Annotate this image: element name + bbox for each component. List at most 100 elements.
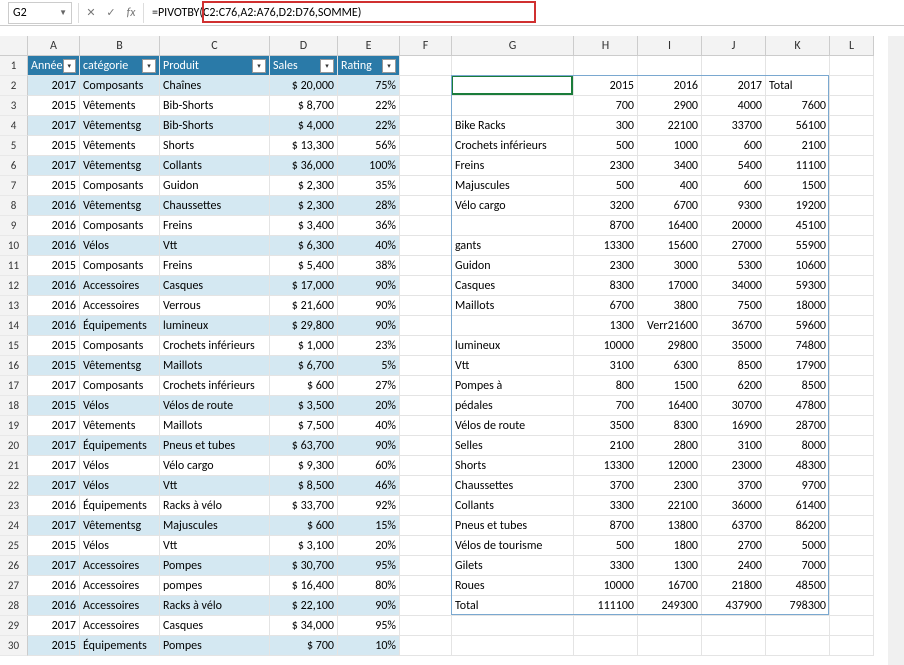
cell[interactable]: 2017 (28, 376, 80, 396)
cell[interactable]: 500 (574, 536, 638, 556)
column-header-E[interactable]: E (338, 36, 400, 56)
cell[interactable]: 2015 (28, 356, 80, 376)
cell[interactable]: 10000 (574, 576, 638, 596)
cell[interactable]: 27000 (702, 236, 766, 256)
cell[interactable]: pédales (452, 396, 574, 416)
cell[interactable]: 800 (574, 376, 638, 396)
cell[interactable]: $ 8,700 (270, 96, 338, 116)
cell[interactable]: 16400 (638, 396, 702, 416)
cell[interactable]: Freins (160, 256, 270, 276)
cell[interactable] (400, 536, 452, 556)
cell[interactable] (400, 216, 452, 236)
cell[interactable]: 92% (338, 496, 400, 516)
cell[interactable] (638, 636, 702, 656)
cell[interactable]: 22100 (638, 116, 702, 136)
cell[interactable]: 700 (574, 396, 638, 416)
cell[interactable]: Composants (80, 216, 160, 236)
cell[interactable]: Vélo cargo (160, 456, 270, 476)
cell[interactable]: 3400 (638, 156, 702, 176)
cell[interactable]: $ 29,800 (270, 316, 338, 336)
cell[interactable]: 2300 (574, 156, 638, 176)
cell[interactable]: Shorts (452, 456, 574, 476)
cell[interactable]: Crochets inférieurs (160, 376, 270, 396)
cell[interactable] (830, 416, 874, 436)
filter-icon[interactable]: ▾ (252, 59, 266, 73)
cell[interactable]: Racks à vélo (160, 496, 270, 516)
cell[interactable]: Vélos (80, 236, 160, 256)
cell[interactable]: 47800 (766, 396, 830, 416)
cell[interactable]: $ 9,300 (270, 456, 338, 476)
cell[interactable]: 10600 (766, 256, 830, 276)
cell[interactable]: 2016 (28, 316, 80, 336)
cell[interactable]: 20% (338, 536, 400, 556)
cell[interactable]: Total (452, 596, 574, 616)
cell[interactable]: $ 1,000 (270, 336, 338, 356)
cell[interactable] (830, 476, 874, 496)
row-header[interactable]: 10 (0, 236, 28, 256)
cell[interactable]: 1800 (638, 536, 702, 556)
cell[interactable]: $ 22,100 (270, 596, 338, 616)
cell[interactable]: Accessoires (80, 596, 160, 616)
cell[interactable]: $ 30,700 (270, 556, 338, 576)
cell[interactable]: 5% (338, 356, 400, 376)
table-header-cell[interactable]: Année▾ (28, 56, 80, 76)
cell[interactable] (830, 496, 874, 516)
cell[interactable]: 18000 (766, 296, 830, 316)
cell[interactable] (830, 136, 874, 156)
cell[interactable]: 5300 (702, 256, 766, 276)
select-all-corner[interactable] (0, 36, 28, 56)
cell[interactable]: 8500 (702, 356, 766, 376)
cell[interactable]: 4000 (702, 96, 766, 116)
cell[interactable]: 2300 (574, 256, 638, 276)
cell[interactable] (400, 556, 452, 576)
cell[interactable] (400, 96, 452, 116)
row-header[interactable]: 21 (0, 456, 28, 476)
cell[interactable]: Équipements (80, 316, 160, 336)
cell[interactable] (400, 136, 452, 156)
cell[interactable] (830, 116, 874, 136)
cell[interactable]: 1500 (766, 176, 830, 196)
column-header-C[interactable]: C (160, 36, 270, 56)
cell[interactable]: 15600 (638, 236, 702, 256)
cell[interactable]: 35000 (702, 336, 766, 356)
cell[interactable]: Gilets (452, 556, 574, 576)
cell[interactable]: 1500 (638, 376, 702, 396)
cell[interactable]: 3500 (574, 416, 638, 436)
accept-formula-button[interactable]: ✓ (101, 3, 121, 23)
cell[interactable]: Composants (80, 76, 160, 96)
cell[interactable]: 6300 (638, 356, 702, 376)
cell[interactable]: lumineux (160, 316, 270, 336)
cell[interactable]: 19200 (766, 196, 830, 216)
cell[interactable]: 8700 (574, 216, 638, 236)
cell[interactable]: $ 600 (270, 516, 338, 536)
cell[interactable]: 35% (338, 176, 400, 196)
row-header[interactable]: 18 (0, 396, 28, 416)
cell[interactable]: 2017 (28, 156, 80, 176)
cell[interactable]: Vêtementsg (80, 156, 160, 176)
cell[interactable]: $ 13,300 (270, 136, 338, 156)
cell[interactable] (830, 356, 874, 376)
row-header[interactable]: 28 (0, 596, 28, 616)
cell[interactable] (766, 636, 830, 656)
cell[interactable]: 10% (338, 636, 400, 656)
column-header-L[interactable]: L (830, 36, 874, 56)
cell[interactable]: 3300 (574, 496, 638, 516)
cell[interactable]: 2015 (28, 136, 80, 156)
cell[interactable]: 2015 (28, 396, 80, 416)
cell[interactable]: 36% (338, 216, 400, 236)
cell[interactable]: 2800 (638, 436, 702, 456)
cell[interactable] (400, 156, 452, 176)
cell[interactable]: 16700 (638, 576, 702, 596)
cell[interactable]: 90% (338, 436, 400, 456)
cell[interactable]: 111100 (574, 596, 638, 616)
cell[interactable]: 1000 (638, 136, 702, 156)
cell[interactable]: Composants (80, 256, 160, 276)
cell[interactable]: $ 16,400 (270, 576, 338, 596)
row-header[interactable]: 7 (0, 176, 28, 196)
row-header[interactable]: 5 (0, 136, 28, 156)
cell[interactable]: Bib-Shorts (160, 116, 270, 136)
cell[interactable]: Vélos de route (160, 396, 270, 416)
cell[interactable]: Composants (80, 176, 160, 196)
cell[interactable]: Pompes à (452, 376, 574, 396)
cell[interactable]: 30700 (702, 396, 766, 416)
